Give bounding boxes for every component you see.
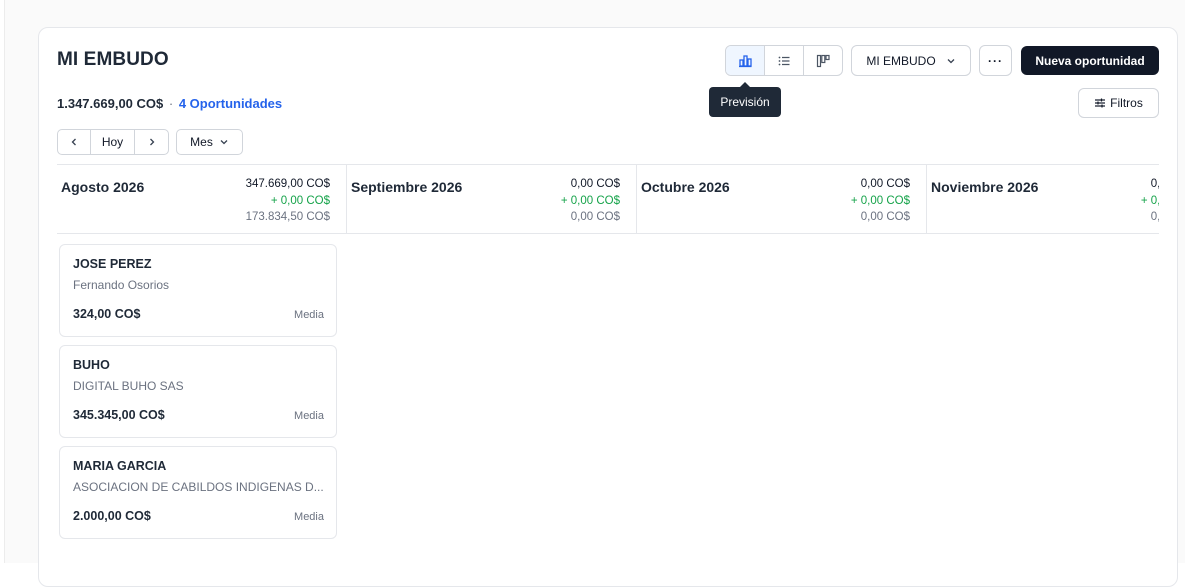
forecast-tooltip: Previsión: [709, 82, 781, 117]
period-select-value: Mes: [190, 135, 213, 149]
opportunity-priority: Media: [294, 511, 324, 523]
forecast-board: Agosto 2026 347.669,00 CO$ + 0,00 CO$ 17…: [57, 164, 1159, 588]
column-month: Agosto 2026: [61, 179, 145, 195]
summary-separator: ·: [168, 96, 174, 111]
column-header: Septiembre 2026 0,00 CO$ + 0,00 CO$ 0,00…: [347, 165, 637, 234]
today-button[interactable]: Hoy: [91, 130, 135, 154]
column-header: Noviembre 2026 0,00 CO$ + 0,00 CO$ 0,00 …: [927, 165, 1159, 234]
column-added: + 0,00 CO$: [560, 194, 620, 207]
filters-label: Filtros: [1110, 96, 1143, 110]
column-month: Octubre 2026: [641, 179, 730, 195]
pipeline-select[interactable]: MI EMBUDO: [851, 45, 971, 76]
opportunity-company: DIGITAL BUHO SAS: [73, 379, 184, 393]
opportunity-name: BUHO: [73, 358, 110, 372]
column-added: + 0,00 CO$: [270, 194, 330, 207]
pipeline-panel: MI EMBUDO 1.347.669,00 CO$ · 4 Oportunid…: [38, 27, 1178, 587]
opportunity-priority: Media: [294, 309, 324, 321]
bar-chart-icon: [739, 54, 752, 67]
column-header: Octubre 2026 0,00 CO$ + 0,00 CO$ 0,00 CO…: [637, 165, 927, 234]
opportunities-link[interactable]: 4 Oportunidades: [179, 96, 282, 111]
column-total: 0,00 CO$: [570, 178, 620, 190]
page-title: MI EMBUDO: [57, 49, 169, 70]
column-weighted: 0,00 CO$: [860, 211, 910, 223]
next-period-button[interactable]: [135, 130, 168, 154]
opportunity-name: JOSE PEREZ: [73, 257, 152, 271]
column-header: Agosto 2026 347.669,00 CO$ + 0,00 CO$ 17…: [57, 165, 347, 234]
column-weighted: 173.834,50 CO$: [245, 211, 330, 223]
opportunity-amount: 2.000,00 CO$: [73, 509, 151, 523]
opportunity-card[interactable]: JOSE PEREZ Fernando Osorios 324,00 CO$ M…: [59, 244, 337, 337]
kanban-view-button[interactable]: [804, 46, 842, 75]
opportunity-company: Fernando Osorios: [73, 278, 170, 292]
opportunity-amount: 345.345,00 CO$: [73, 408, 165, 422]
list-view-button[interactable]: [765, 46, 804, 75]
chevron-down-icon: [947, 58, 955, 63]
column-month: Septiembre 2026: [351, 179, 463, 195]
column-total: 347.669,00 CO$: [245, 178, 330, 190]
date-navigation: Hoy: [57, 129, 169, 155]
chevron-down-icon: [220, 140, 228, 145]
list-icon: [778, 56, 790, 65]
pipeline-select-value: MI EMBUDO: [866, 53, 936, 68]
filters-button[interactable]: Filtros: [1078, 88, 1159, 118]
forecast-view-button[interactable]: [726, 46, 765, 75]
more-options-button[interactable]: ···: [979, 45, 1012, 76]
column-weighted: 0,00 CO$: [1150, 211, 1159, 223]
period-select[interactable]: Mes: [176, 129, 243, 155]
chevron-left-icon: [71, 138, 76, 146]
summary-amount: 1.347.669,00 CO$: [57, 96, 164, 111]
new-opportunity-button[interactable]: Nueva oportunidad: [1021, 46, 1159, 75]
page-background: MI EMBUDO 1.347.669,00 CO$ · 4 Oportunid…: [4, 0, 1185, 587]
column-weighted: 0,00 CO$: [570, 211, 620, 223]
chevron-right-icon: [149, 138, 154, 146]
kanban-icon: [816, 54, 830, 67]
column-total: 0,00 CO$: [860, 178, 910, 190]
column-added: + 0,00 CO$: [850, 194, 910, 207]
view-switcher: [725, 45, 843, 76]
previous-period-button[interactable]: [58, 130, 91, 154]
column-month: Noviembre 2026: [931, 179, 1039, 195]
opportunity-name: MARIA GARCIA: [73, 459, 167, 473]
opportunity-amount: 324,00 CO$: [73, 307, 141, 321]
column-total: 0,00 CO$: [1150, 178, 1159, 190]
opportunity-card[interactable]: BUHO DIGITAL BUHO SAS 345.345,00 CO$ Med…: [59, 345, 337, 438]
opportunity-company: ASOCIACION DE CABILDOS INDIGENAS D...: [73, 480, 324, 494]
sliders-icon: [1095, 98, 1106, 108]
opportunity-priority: Media: [294, 410, 324, 422]
column-added: + 0,00 CO$: [1140, 194, 1159, 207]
opportunity-card[interactable]: MARIA GARCIA ASOCIACION DE CABILDOS INDI…: [59, 446, 337, 539]
pipeline-summary: 1.347.669,00 CO$ · 4 Oportunidades: [57, 96, 282, 111]
column-headers: Agosto 2026 347.669,00 CO$ + 0,00 CO$ 17…: [57, 164, 1159, 234]
